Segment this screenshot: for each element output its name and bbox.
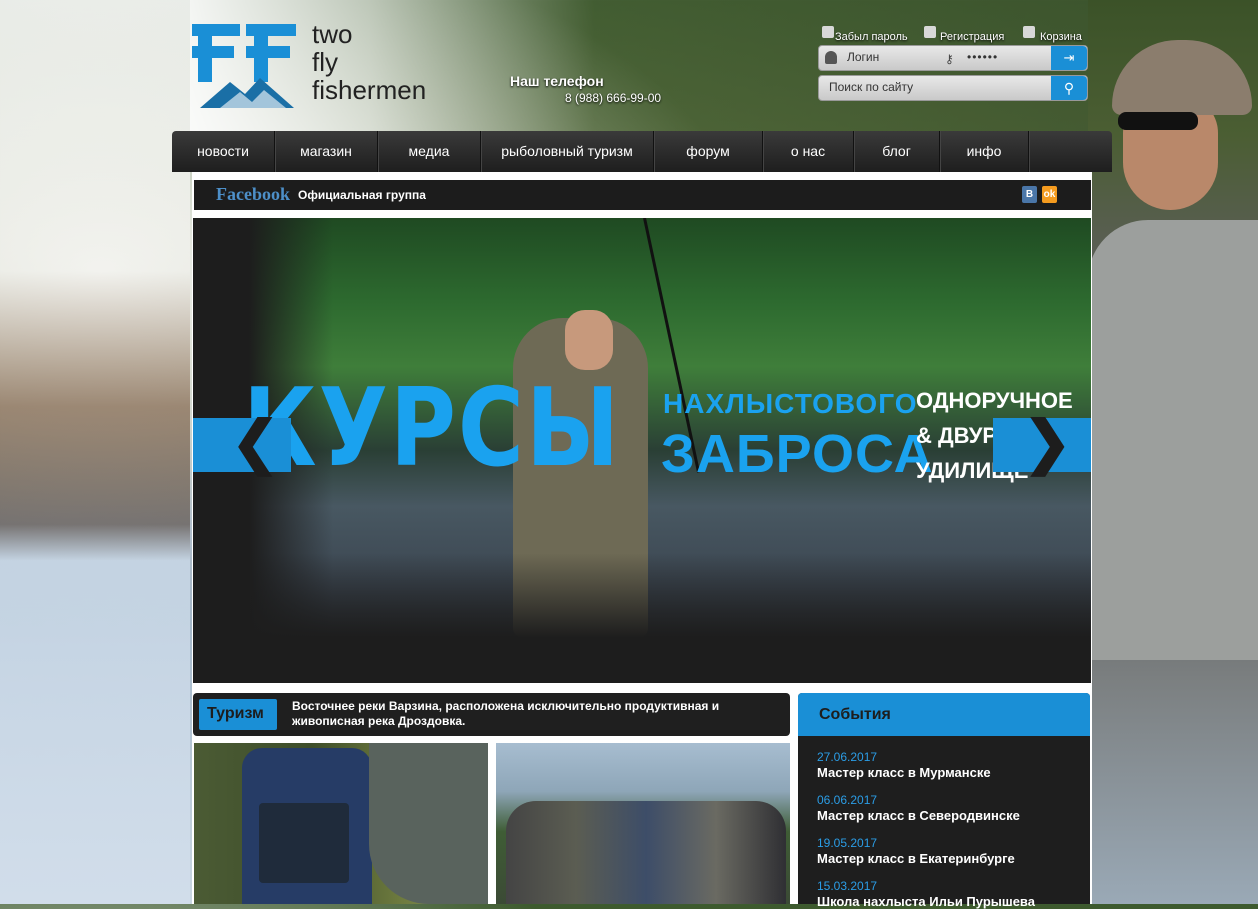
event-date: 27.06.2017 — [817, 750, 878, 764]
lock-icon — [822, 26, 834, 38]
event-date: 15.03.2017 — [817, 879, 878, 893]
logo-line-fly: fly — [312, 47, 338, 77]
cart-link[interactable]: Корзина — [1040, 31, 1082, 43]
event-date: 06.06.2017 — [817, 793, 878, 807]
nav-item-shop[interactable]: магазин — [275, 131, 378, 172]
event-title[interactable]: Мастер класс в Северодвинске — [817, 808, 1087, 823]
login-form: Логин ⚷ •••••• ⇥ — [818, 45, 1088, 71]
user-icon — [825, 51, 837, 64]
background-fisherman-body — [1088, 220, 1258, 660]
phone-title: Наш телефон — [510, 73, 604, 89]
banner-fisherman-head — [565, 310, 613, 370]
site-logo[interactable]: two fly fishermen — [190, 20, 450, 112]
tourism-tab[interactable]: Туризм — [199, 699, 277, 730]
login-input[interactable]: Логин — [847, 50, 879, 64]
facebook-group-label[interactable]: Официальная группа — [298, 188, 426, 202]
cart-icon — [1023, 26, 1035, 38]
search-input[interactable]: Поиск по сайту — [829, 80, 913, 94]
login-submit-button[interactable]: ⇥ — [1051, 46, 1087, 70]
nav-item-news[interactable]: новости — [172, 131, 275, 172]
password-input[interactable]: •••••• — [967, 50, 998, 64]
event-item[interactable]: 15.03.2017 Школа нахлыста Ильи Пурышева — [817, 879, 1087, 909]
events-header: События — [798, 693, 1090, 736]
search-form: Поиск по сайту ⚲ — [818, 75, 1088, 101]
thumbnail-person — [369, 743, 488, 904]
event-date: 19.05.2017 — [817, 836, 878, 850]
register-link[interactable]: Регистрация — [940, 31, 1004, 43]
hero-banner[interactable]: КУРСЫ НАХЛЫСТОВОГО ЗАБРОСА ОДНОРУЧНОЕ & … — [193, 218, 1091, 683]
nav-item-about[interactable]: о нас — [763, 131, 854, 172]
event-item[interactable]: 06.06.2017 Мастер класс в Северодвинске — [817, 793, 1087, 823]
event-item[interactable]: 19.05.2017 Мастер класс в Екатеринбурге — [817, 836, 1087, 866]
event-title[interactable]: Школа нахлыста Ильи Пурышева — [817, 894, 1087, 909]
vk-icon[interactable]: В — [1022, 186, 1037, 203]
logo-line-two: two — [312, 19, 353, 49]
tourism-header: Туризм Восточнее реки Варзина, расположе… — [193, 693, 790, 736]
sign-in-icon: ⇥ — [1063, 50, 1075, 65]
banner-subtitle-1: НАХЛЫСТОВОГО — [663, 388, 918, 419]
banner-prev-button[interactable]: ❮ — [193, 410, 291, 475]
nav-item-media[interactable]: медиа — [378, 131, 481, 172]
background-right-scene — [1088, 0, 1258, 904]
events-title: События — [819, 706, 891, 723]
nav-item-fishing-tourism[interactable]: рыболовный туризм — [481, 131, 654, 172]
thumbnail-backpack-panel — [259, 803, 349, 883]
event-item[interactable]: 27.06.2017 Мастер класс в Мурманске — [817, 750, 1087, 780]
key-icon: ⚷ — [945, 52, 954, 66]
events-panel: События 27.06.2017 Мастер класс в Мурман… — [798, 693, 1090, 909]
background-fisherman-hat — [1112, 40, 1252, 115]
thumbnail-group-photo — [506, 801, 786, 904]
facebook-brand[interactable]: Facebook — [216, 184, 290, 205]
background-fisherman-glasses — [1118, 112, 1198, 130]
tourism-thumbnail-2[interactable] — [496, 743, 790, 904]
main-nav: новости магазин медиа рыболовный туризм … — [172, 131, 1112, 172]
nav-item-blog[interactable]: блог — [854, 131, 940, 172]
banner-headline: КУРСЫ — [243, 365, 622, 492]
tourism-teaser[interactable]: Восточнее реки Варзина, расположена искл… — [292, 699, 762, 729]
logo-mark-icon — [192, 24, 296, 108]
event-title[interactable]: Мастер класс в Екатеринбурге — [817, 851, 1087, 866]
background-left-scene — [0, 0, 190, 904]
banner-next-button[interactable]: ❯ — [993, 410, 1091, 475]
event-title[interactable]: Мастер класс в Мурманске — [817, 765, 1087, 780]
register-icon — [924, 26, 936, 38]
search-icon: ⚲ — [1063, 80, 1075, 96]
nav-item-forum[interactable]: форум — [654, 131, 763, 172]
phone-number[interactable]: 8 (988) 666-99-00 — [565, 91, 661, 105]
facebook-bar: Facebook Официальная группа В ok — [194, 180, 1091, 210]
forgot-password-link[interactable]: Забыл пароль — [835, 31, 908, 43]
chevron-left-icon: ❮ — [231, 410, 280, 475]
banner-subtitle-2: ЗАБРОСА — [661, 424, 934, 484]
nav-item-info[interactable]: инфо — [940, 131, 1029, 172]
search-button[interactable]: ⚲ — [1051, 76, 1087, 100]
logo-line-fishermen: fishermen — [312, 75, 427, 105]
tourism-thumbnail-1[interactable] — [194, 743, 488, 904]
ok-icon[interactable]: ok — [1042, 186, 1057, 203]
banner-paint-splash-bottom — [193, 553, 1091, 683]
chevron-right-icon: ❯ — [1023, 410, 1072, 475]
tourism-tab-label: Туризм — [207, 705, 264, 722]
auth-links: Забыл пароль Регистрация Корзина — [820, 26, 1085, 44]
logo-wordmark: two fly fishermen — [312, 20, 426, 104]
phone-block: Наш телефон 8 (988) 666-99-00 — [510, 73, 661, 105]
